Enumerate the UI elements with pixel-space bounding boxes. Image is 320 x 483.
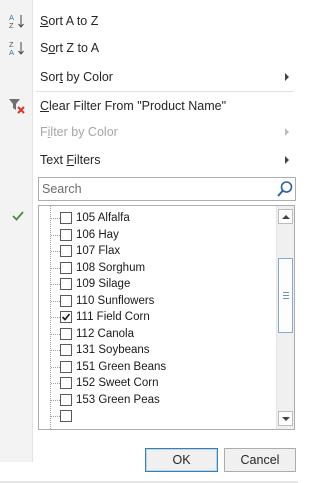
list-item[interactable]: 131 Soybeans	[39, 342, 275, 358]
checkmark-icon	[10, 208, 26, 224]
menu-sort-a-to-z[interactable]: A Z Sort A to Z	[0, 10, 298, 32]
list-item-label: 151 Green Beans	[76, 360, 167, 373]
checkbox[interactable]	[60, 410, 72, 422]
menu-sort-by-color[interactable]: Sort by Color	[0, 66, 298, 88]
menu-clear-filter[interactable]: Clear Filter From "Product Name"	[0, 95, 298, 117]
search-icon[interactable]	[276, 180, 294, 198]
tree-branch	[51, 399, 60, 401]
menu-label: Sort Z to A	[40, 41, 100, 55]
list-item-label: 112 Canola	[76, 327, 134, 340]
submenu-arrow-icon	[285, 156, 289, 164]
list-item[interactable]: 153 Green Peas	[39, 392, 275, 408]
checkbox[interactable]	[60, 278, 72, 290]
tree-branch	[51, 251, 60, 252]
checkbox[interactable]	[60, 327, 72, 340]
menu-sort-z-to-a[interactable]: Z A Sort Z to A	[0, 37, 298, 59]
scroll-up-button[interactable]	[278, 209, 293, 224]
checkbox[interactable]	[60, 228, 72, 241]
list-item-label: 110 Sunflowers	[76, 294, 155, 307]
list-item-label: 109 Silage	[76, 278, 131, 290]
list-item[interactable]	[39, 408, 275, 424]
list-item-label: 107 Flax	[76, 245, 121, 257]
tree-branch	[51, 416, 60, 417]
list-item-label: 153 Green Peas	[76, 393, 160, 406]
search-input[interactable]: Search	[38, 177, 296, 201]
checkbox[interactable]	[60, 261, 72, 274]
filter-values-list[interactable]: 105 Alfalfa 106 Hay 107 Flax 108 Sorghum…	[38, 205, 295, 430]
search-placeholder: Search	[42, 182, 82, 196]
tree-branch	[51, 218, 60, 219]
tree-branch	[51, 300, 60, 302]
menu-label: Sort A to Z	[40, 14, 99, 28]
vertical-scrollbar[interactable]	[276, 206, 294, 429]
list-item[interactable]: 107 Flax	[39, 243, 275, 259]
grip-line	[283, 298, 289, 299]
scroll-down-button[interactable]	[278, 411, 293, 426]
menu-label: Text Filters	[40, 153, 101, 167]
list-item-label: 108 Sorghum	[76, 261, 146, 274]
checkbox[interactable]	[60, 294, 72, 307]
submenu-arrow-icon	[285, 73, 289, 81]
sort-a-to-z-icon: A Z	[9, 13, 25, 30]
list-item[interactable]: 109 Silage	[39, 276, 275, 292]
scrollbar-thumb[interactable]	[278, 258, 293, 333]
list-item[interactable]: 112 Canola	[39, 326, 275, 342]
list-item-label: 105 Alfalfa	[76, 212, 130, 224]
tree-branch	[51, 267, 60, 269]
cancel-button[interactable]: Cancel	[224, 448, 296, 472]
tree-branch	[51, 284, 60, 285]
menu-separator	[36, 91, 294, 92]
list-item[interactable]: 151 Green Beans	[39, 359, 275, 375]
list-item[interactable]: 105 Alfalfa	[39, 210, 275, 226]
autofilter-dropdown: A Z Sort A to Z Z A Sort Z to A Sort by …	[0, 0, 298, 483]
checkbox[interactable]	[60, 393, 72, 406]
tree-branch	[51, 350, 60, 351]
checkbox[interactable]	[60, 245, 72, 257]
clear-filter-icon	[9, 98, 25, 114]
list-item[interactable]: 108 Sorghum	[39, 260, 275, 276]
arrow-up-icon	[282, 215, 290, 219]
submenu-arrow-icon	[285, 128, 289, 136]
list-item[interactable]: 106 Hay	[39, 227, 275, 243]
checkmark-icon	[61, 313, 71, 321]
checkbox-checked[interactable]	[60, 311, 72, 323]
tree-branch	[51, 383, 60, 384]
arrow-down-icon	[282, 417, 290, 421]
svg-text:Z: Z	[9, 21, 14, 29]
menu-text-filters[interactable]: Text Filters	[0, 149, 298, 171]
checkbox[interactable]	[60, 344, 72, 356]
menu-filter-by-color[interactable]: Filter by Color	[0, 121, 298, 143]
list-item[interactable]: 110 Sunflowers	[39, 293, 275, 309]
list-item-label: 131 Soybeans	[76, 344, 150, 356]
tree-branch	[51, 317, 60, 318]
ok-button[interactable]: OK	[145, 448, 218, 472]
menu-label: Sort by Color	[40, 70, 113, 84]
list-item[interactable]: 152 Sweet Corn	[39, 375, 275, 391]
menu-label: Clear Filter From "Product Name"	[40, 99, 227, 113]
svg-text:A: A	[9, 48, 14, 56]
list-item[interactable]: 111 Field Corn	[39, 309, 275, 325]
tree-branch	[51, 234, 60, 236]
grip-line	[283, 292, 289, 293]
list-item-label: 111 Field Corn	[76, 311, 150, 323]
tree-branch	[51, 366, 60, 368]
grip-line	[283, 295, 289, 296]
checkbox[interactable]	[60, 377, 72, 389]
list-item-label: 152 Sweet Corn	[76, 377, 159, 389]
sort-z-to-a-icon: Z A	[9, 40, 25, 57]
checkbox[interactable]	[60, 360, 72, 373]
menu-label: Filter by Color	[40, 125, 118, 139]
tree-branch	[51, 333, 60, 335]
checkbox[interactable]	[60, 212, 72, 224]
list-item-label: 106 Hay	[76, 228, 119, 241]
